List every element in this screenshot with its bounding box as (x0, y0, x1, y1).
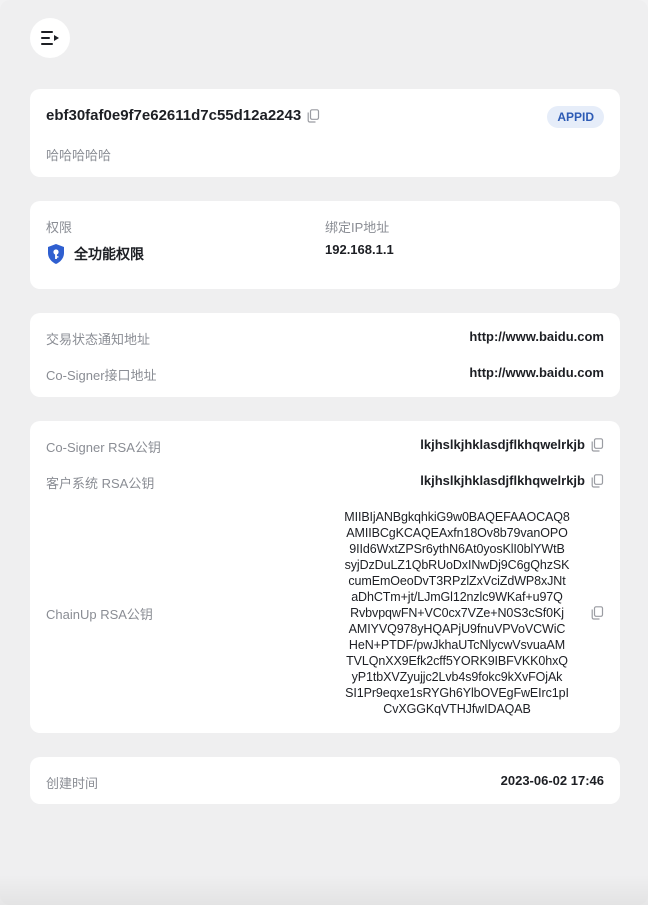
permission-value-row: 全功能权限 (46, 243, 144, 265)
created-card: 创建时间 2023-06-02 17:46 (30, 757, 620, 804)
rsa-card: Co-Signer RSA公钥 lkjhslkjhklasdjflkhqwelr… (30, 421, 620, 733)
cosigner-rsa-row: Co-Signer RSA公钥 lkjhslkjhklasdjflkhqwelr… (46, 437, 604, 457)
appid-badge: APPID (547, 106, 604, 128)
copy-icon[interactable] (591, 606, 604, 620)
cosigner-url-row: Co-Signer接口地址 http://www.baidu.com (46, 365, 604, 385)
chainup-rsa-value-group: MIIBIjANBgkqhkiG9w0BAQEFAAOCAQ8 AMIIBCgK… (329, 509, 604, 717)
appid-value: ebf30faf0e9f7e62611d7c55d12a2243 (46, 107, 302, 124)
notify-url-label: 交易状态通知地址 (46, 332, 151, 347)
permission-label: 权限 (46, 220, 73, 235)
copy-icon[interactable] (307, 108, 320, 123)
client-rsa-row: 客户系统 RSA公钥 lkjhslkjhklasdjflkhqwelrkjb (46, 473, 604, 493)
notify-url-row: 交易状态通知地址 http://www.baidu.com (46, 329, 604, 349)
cosigner-rsa-value-group: lkjhslkjhklasdjflkhqwelrkjb (420, 437, 604, 452)
ip-value: 192.168.1.1 (325, 242, 394, 257)
created-label: 创建时间 (46, 776, 99, 791)
shield-key-icon (46, 243, 66, 265)
detail-panel: ebf30faf0e9f7e62611d7c55d12a2243 APPID 哈… (0, 0, 648, 905)
cosigner-url-label: Co-Signer接口地址 (46, 368, 157, 383)
copy-icon[interactable] (591, 437, 604, 452)
cosigner-url-value: http://www.baidu.com (469, 365, 604, 380)
chainup-rsa-label: ChainUp RSA公钥 (46, 607, 153, 622)
client-rsa-value-group: lkjhslkjhklasdjflkhqwelrkjb (420, 473, 604, 488)
app-name: 哈哈哈哈哈 (46, 148, 112, 163)
menu-toggle-button[interactable] (30, 18, 70, 58)
client-rsa-value: lkjhslkjhklasdjflkhqwelrkjb (420, 473, 585, 488)
cosigner-rsa-value: lkjhslkjhklasdjflkhqwelrkjb (420, 437, 585, 452)
created-row: 创建时间 2023-06-02 17:46 (46, 773, 604, 793)
copy-icon[interactable] (591, 473, 604, 488)
created-value: 2023-06-02 17:46 (500, 773, 604, 788)
appid-row: ebf30faf0e9f7e62611d7c55d12a2243 (46, 107, 320, 124)
cosigner-rsa-label: Co-Signer RSA公钥 (46, 440, 161, 455)
ip-label: 绑定IP地址 (325, 220, 390, 235)
bottom-shadow (0, 875, 648, 905)
urls-card: 交易状态通知地址 http://www.baidu.com Co-Signer接… (30, 313, 620, 397)
notify-url-value: http://www.baidu.com (469, 329, 604, 344)
client-rsa-label: 客户系统 RSA公钥 (46, 476, 155, 491)
permission-value: 全功能权限 (74, 246, 144, 262)
chainup-rsa-value: MIIBIjANBgkqhkiG9w0BAQEFAAOCAQ8 AMIIBCgK… (344, 510, 570, 716)
menu-collapse-icon (41, 31, 59, 45)
appid-card: ebf30faf0e9f7e62611d7c55d12a2243 APPID 哈… (30, 89, 620, 177)
permission-card: 权限 全功能权限 绑定IP地址 192.168.1.1 (30, 201, 620, 289)
